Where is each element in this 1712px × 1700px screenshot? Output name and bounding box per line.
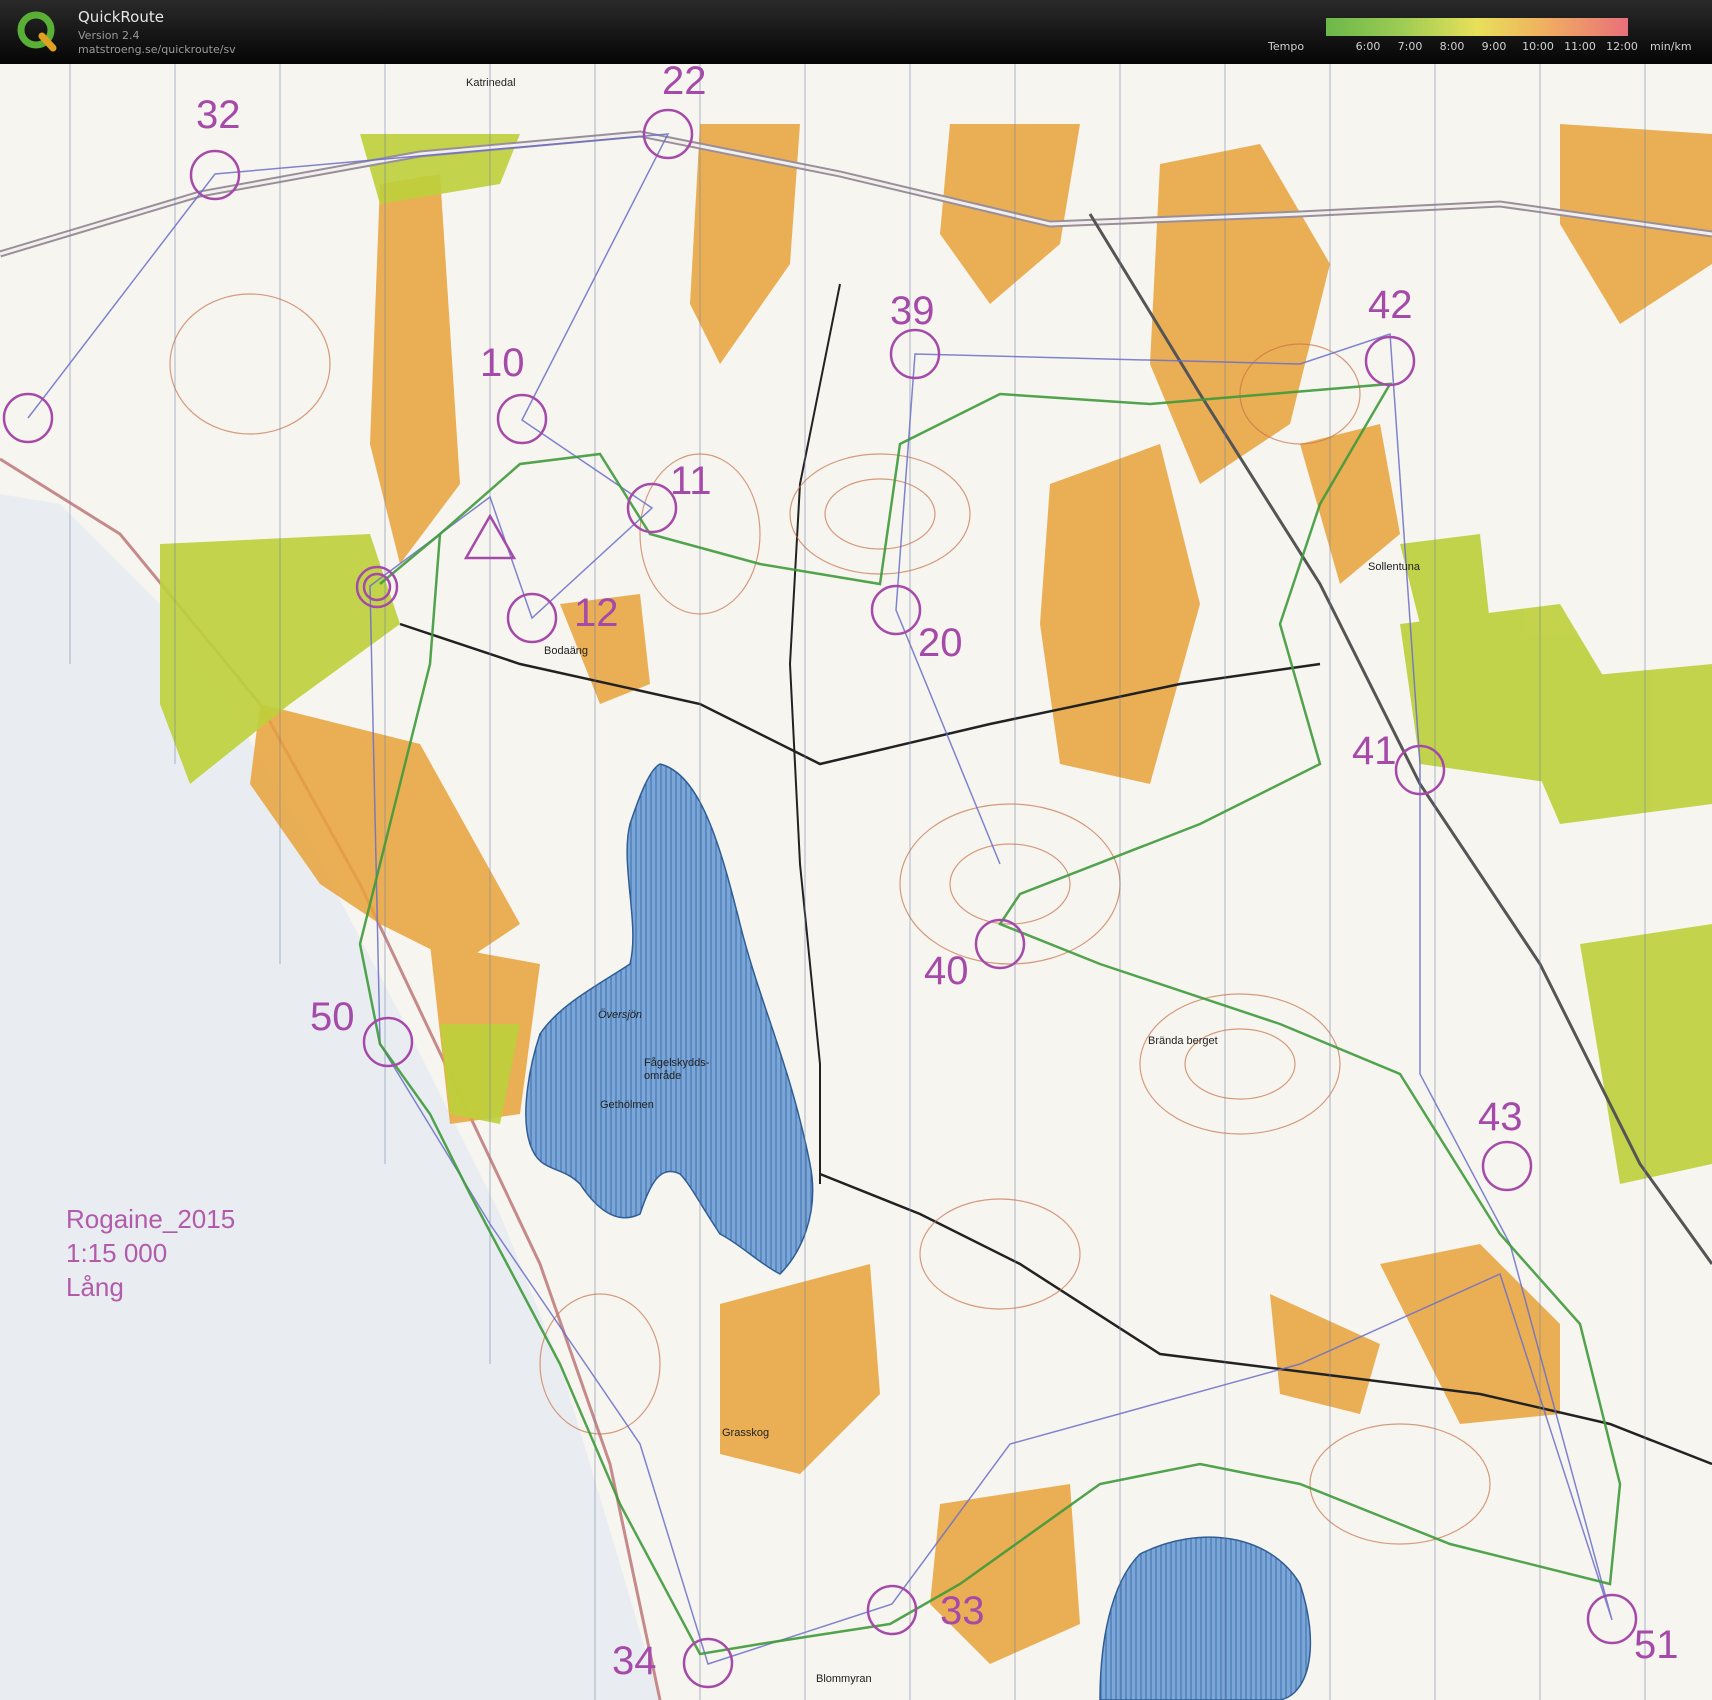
control-number-51: 51 xyxy=(1634,1623,1679,1667)
app-header: QuickRoute Version 2.4 matstroeng.se/qui… xyxy=(0,0,1712,64)
control-number-33: 33 xyxy=(940,1589,985,1633)
place-name: Grasskog xyxy=(722,1427,769,1439)
tempo-tick: 7:00 xyxy=(1397,40,1423,53)
control-number-12: 12 xyxy=(574,591,619,635)
quickroute-logo-icon xyxy=(17,11,57,52)
tempo-tick: 8:00 xyxy=(1439,40,1465,53)
place-name: område xyxy=(644,1070,681,1082)
tempo-tick: 9:00 xyxy=(1481,40,1507,53)
control-number-11: 11 xyxy=(670,459,712,503)
place-name: Blommyran xyxy=(816,1673,872,1685)
tempo-tick: 11:00 xyxy=(1564,40,1596,53)
tempo-ticks: 6:00 7:00 8:00 9:00 10:00 11:00 12:00 xyxy=(1326,40,1686,54)
place-name: Gethölmen xyxy=(600,1099,654,1111)
tempo-tick: 12:00 xyxy=(1606,40,1638,53)
tempo-color-scale xyxy=(1326,18,1628,36)
control-number-50: 50 xyxy=(310,995,355,1039)
place-name: Sollentuna xyxy=(1368,561,1421,573)
control-number-40: 40 xyxy=(924,949,969,993)
tempo-tick: 10:00 xyxy=(1522,40,1554,53)
tempo-tick: 6:00 xyxy=(1355,40,1381,53)
course-class: Lång xyxy=(66,1272,124,1302)
orienteering-map[interactable]: 32 22 10 11 12 39 20 42 41 40 50 43 33 3… xyxy=(0,64,1712,1700)
control-number-41: 41 xyxy=(1352,729,1397,773)
tempo-unit: min/km xyxy=(1650,40,1692,53)
place-name: Fågelskydds- xyxy=(644,1057,710,1069)
control-number-43: 43 xyxy=(1478,1095,1523,1139)
control-number-22: 22 xyxy=(662,64,707,103)
app-version: Version 2.4 xyxy=(78,29,140,42)
control-number-20: 20 xyxy=(918,621,963,665)
control-number-10: 10 xyxy=(480,341,525,385)
app-title: QuickRoute xyxy=(78,8,164,26)
tempo-label: Tempo xyxy=(1268,40,1305,53)
event-name: Rogaine_2015 xyxy=(66,1204,235,1234)
place-name: Brända berget xyxy=(1148,1035,1218,1047)
control-number-34: 34 xyxy=(612,1639,657,1683)
control-number-42: 42 xyxy=(1368,283,1413,327)
place-name: Katrinedal xyxy=(466,77,516,89)
app-url[interactable]: matstroeng.se/quickroute/sv xyxy=(78,43,236,56)
control-number-32: 32 xyxy=(196,93,241,137)
lake-name: Översjön xyxy=(598,1009,642,1021)
map-scale: 1:15 000 xyxy=(66,1238,167,1268)
control-number-39: 39 xyxy=(890,289,935,333)
place-name: Bodaäng xyxy=(544,645,588,657)
map-canvas: 32 22 10 11 12 39 20 42 41 40 50 43 33 3… xyxy=(0,64,1712,1700)
